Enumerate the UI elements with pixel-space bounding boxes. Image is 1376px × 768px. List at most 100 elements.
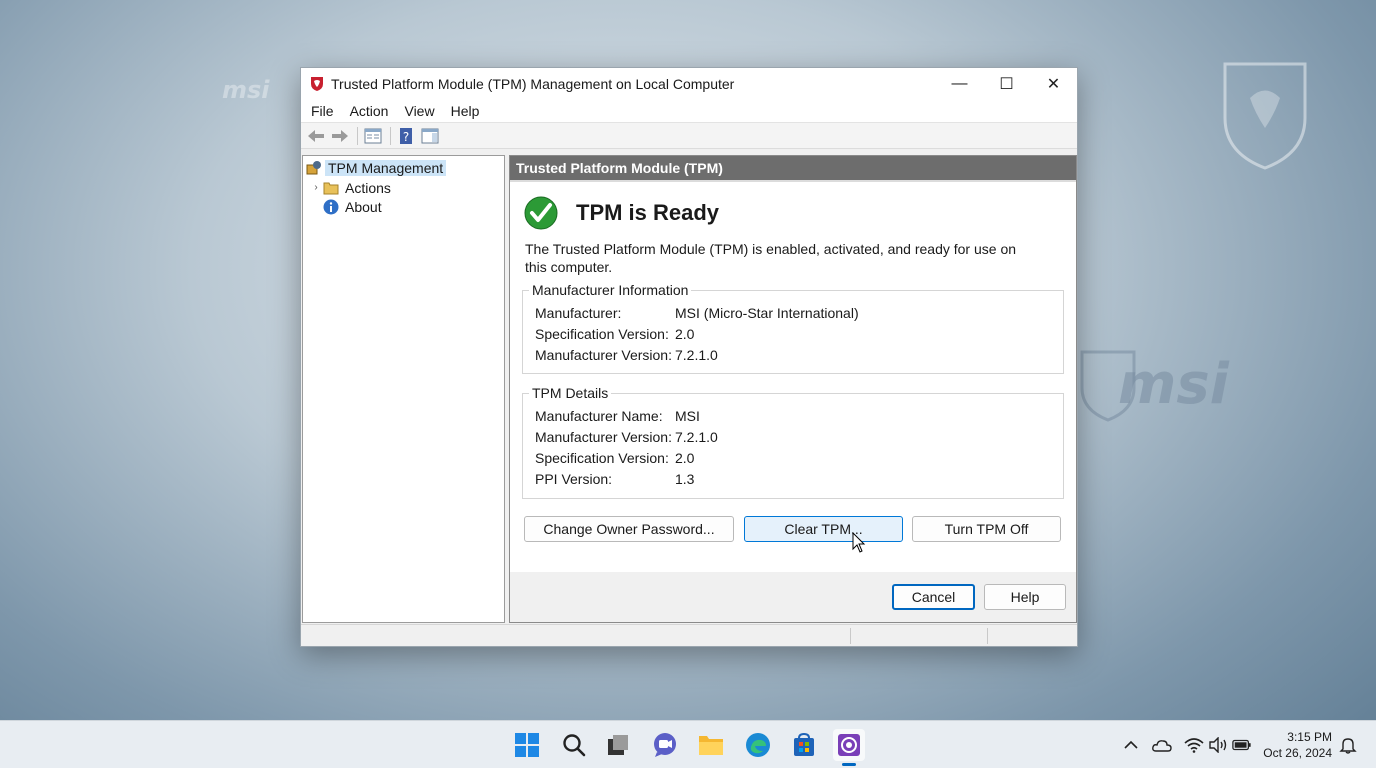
clock-time: 3:15 PM: [1287, 730, 1332, 744]
windows-start-icon: [515, 733, 539, 757]
status-divider: [987, 628, 988, 644]
tpm-app-button[interactable]: [833, 729, 865, 761]
chevron-up-icon: [1124, 740, 1138, 749]
search-button[interactable]: [558, 729, 590, 761]
tree-item-label: Actions: [345, 179, 391, 196]
clock[interactable]: 3:15 PM Oct 26, 2024: [1263, 729, 1332, 761]
clock-date: Oct 26, 2024: [1263, 746, 1332, 760]
search-icon: [563, 734, 586, 757]
toolbar: ?: [301, 123, 1077, 149]
file-explorer-button[interactable]: [695, 729, 727, 761]
info-row: Specification Version: 2.0: [523, 447, 1063, 468]
tree-item-about[interactable]: About: [323, 197, 385, 216]
clear-tpm-button[interactable]: Clear TPM...: [744, 516, 903, 542]
info-key: PPI Version:: [535, 470, 613, 487]
chat-button[interactable]: [649, 729, 681, 761]
show-hide-action-pane-button[interactable]: [419, 125, 441, 147]
back-button[interactable]: [305, 125, 327, 147]
window-title: Trusted Platform Module (TPM) Management…: [331, 75, 735, 92]
tpm-shield-icon: [311, 76, 323, 91]
onedrive-cloud-icon: [1152, 740, 1172, 752]
mouse-pointer-icon: [852, 532, 866, 553]
info-row: PPI Version: 1.3: [523, 468, 1063, 489]
toolbar-separator: [357, 126, 358, 145]
pane-header: Trusted Platform Module (TPM): [510, 156, 1076, 180]
info-key: Manufacturer Version:: [535, 346, 672, 363]
group-legend: TPM Details: [532, 385, 609, 401]
menu-file[interactable]: File: [303, 103, 342, 119]
action-pane-icon: [421, 128, 439, 143]
notifications-button[interactable]: [1338, 735, 1358, 755]
taskbar: 3:15 PM Oct 26, 2024: [0, 720, 1376, 768]
help-toolbar-button[interactable]: ?: [395, 125, 417, 147]
menu-view[interactable]: View: [396, 103, 442, 119]
toolbar-separator: [390, 126, 391, 145]
info-value: 1.3: [675, 470, 695, 487]
info-key: Manufacturer:: [535, 304, 622, 321]
info-row: Manufacturer Version: 7.2.1.0: [523, 344, 1063, 365]
menu-action[interactable]: Action: [342, 103, 397, 119]
status-bar: [301, 624, 1077, 646]
info-row: Specification Version: 2.0: [523, 323, 1063, 344]
tpm-status-panel: TPM is Ready The Trusted Platform Module…: [510, 180, 1076, 572]
store-button[interactable]: [788, 729, 820, 761]
start-button[interactable]: [511, 729, 543, 761]
info-value: 7.2.1.0: [675, 346, 718, 363]
help-book-icon: ?: [400, 127, 412, 144]
expand-chevron-icon[interactable]: ›: [309, 182, 323, 193]
tree-item-label: About: [345, 198, 382, 215]
store-icon: [794, 733, 814, 756]
edge-icon: [746, 733, 770, 757]
result-pane: Trusted Platform Module (TPM) TPM is Rea…: [509, 155, 1077, 623]
info-value: 2.0: [675, 449, 695, 466]
info-icon: [323, 199, 339, 214]
info-value: 7.2.1.0: [675, 428, 718, 445]
task-view-icon: [608, 735, 628, 755]
tpm-management-window: Trusted Platform Module (TPM) Management…: [300, 67, 1078, 647]
info-row: Manufacturer: MSI (Micro-Star Internation…: [523, 302, 1063, 323]
group-legend: Manufacturer Information: [532, 282, 689, 298]
status-divider: [850, 628, 851, 644]
edge-button[interactable]: [742, 729, 774, 761]
cancel-button[interactable]: Cancel: [892, 584, 975, 610]
svg-text:?: ?: [403, 130, 409, 144]
bell-icon: [1339, 738, 1357, 754]
menu-help[interactable]: Help: [443, 103, 488, 119]
info-key: Specification Version:: [535, 449, 669, 466]
status-description: The Trusted Platform Module (TPM) is ena…: [525, 241, 1017, 275]
title-bar[interactable]: Trusted Platform Module (TPM) Management…: [301, 68, 1077, 99]
show-hide-tree-button[interactable]: [362, 125, 384, 147]
task-view-button[interactable]: [602, 729, 634, 761]
menu-bar: File Action View Help: [301, 99, 1077, 123]
show-hidden-icons-button[interactable]: [1121, 735, 1141, 755]
forward-arrow-icon: [332, 129, 348, 142]
change-owner-password-button[interactable]: Change Owner Password...: [524, 516, 734, 542]
volume-tray[interactable]: [1208, 735, 1228, 755]
file-explorer-icon: [699, 736, 723, 755]
minimize-button[interactable]: —: [936, 68, 983, 99]
maximize-button[interactable]: ☐: [983, 68, 1030, 99]
tree-item-tpm-management[interactable]: TPM Management: [306, 158, 447, 177]
info-value: 2.0: [675, 325, 695, 342]
wallpaper-brand-left: msi: [222, 76, 270, 104]
network-tray[interactable]: [1184, 735, 1204, 755]
onedrive-tray[interactable]: [1152, 735, 1172, 755]
tree-item-actions[interactable]: › Actions: [309, 178, 394, 197]
close-button[interactable]: ✕: [1030, 68, 1077, 99]
wallpaper-shield-icon: [1223, 62, 1307, 170]
info-key: Specification Version:: [535, 325, 669, 342]
battery-tray[interactable]: [1232, 735, 1252, 755]
chat-icon: [654, 733, 676, 757]
help-button[interactable]: Help: [984, 584, 1066, 610]
turn-tpm-off-button[interactable]: Turn TPM Off: [912, 516, 1061, 542]
info-key: Manufacturer Name:: [535, 407, 663, 424]
forward-button[interactable]: [329, 125, 351, 147]
tpm-chip-icon: [306, 160, 321, 174]
volume-icon: [1209, 737, 1227, 753]
wifi-icon: [1184, 738, 1204, 753]
battery-icon: [1232, 739, 1251, 751]
info-row: Manufacturer Version: 7.2.1.0: [523, 426, 1063, 447]
manufacturer-info-group: Manufacturer Information Manufacturer: MS…: [522, 282, 1064, 374]
status-title: TPM is Ready: [576, 200, 720, 225]
folder-icon: [323, 182, 339, 194]
